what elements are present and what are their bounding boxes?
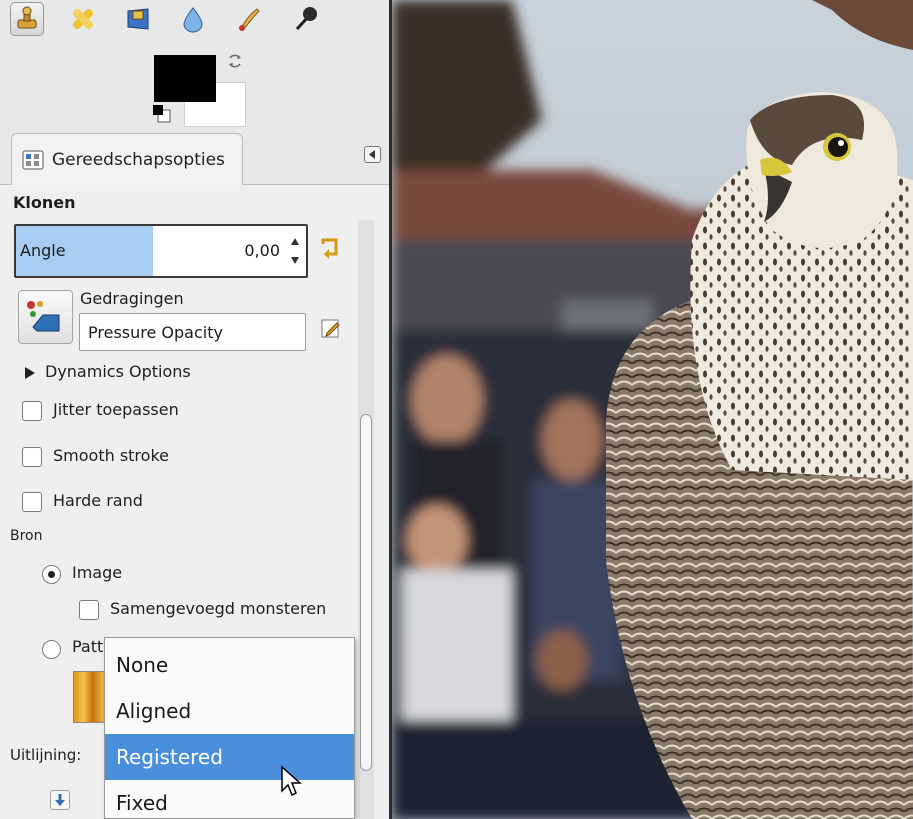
foreground-color-swatch[interactable] bbox=[154, 55, 216, 102]
dynamics-field[interactable]: Pressure Opacity bbox=[79, 313, 306, 351]
option-fixed[interactable]: Fixed bbox=[105, 780, 354, 819]
tab-menu-button[interactable] bbox=[364, 146, 381, 163]
hard-edge-label: Harde rand bbox=[53, 491, 143, 510]
dynamics-value: Pressure Opacity bbox=[88, 323, 223, 342]
option-none[interactable]: None bbox=[105, 642, 354, 688]
stamp-tool-icon[interactable] bbox=[10, 2, 44, 36]
source-pattern-radio[interactable] bbox=[42, 640, 61, 659]
dynamics-label: Gedragingen bbox=[80, 289, 184, 308]
jitter-checkbox[interactable] bbox=[22, 401, 42, 421]
spin-arrows-icon[interactable] bbox=[288, 232, 302, 270]
dodge-burn-icon[interactable] bbox=[288, 2, 322, 36]
sample-merged-checkbox[interactable] bbox=[79, 600, 99, 620]
angle-label: Angle bbox=[20, 241, 66, 260]
image-canvas[interactable] bbox=[392, 0, 913, 819]
option-aligned[interactable]: Aligned bbox=[105, 688, 354, 734]
alignment-label: Uitlijning: bbox=[10, 746, 82, 764]
tab-label: Gereedschapsopties bbox=[52, 149, 225, 170]
perspective-clone-icon[interactable] bbox=[121, 2, 155, 36]
blur-tool-icon[interactable] bbox=[176, 2, 210, 36]
smooth-stroke-checkbox[interactable] bbox=[22, 447, 42, 467]
dynamics-options-expander[interactable]: Dynamics Options bbox=[45, 362, 191, 381]
tool-options-icon bbox=[22, 150, 44, 169]
source-label: Bron bbox=[10, 528, 43, 544]
falcon-photo bbox=[392, 0, 913, 819]
smooth-stroke-label: Smooth stroke bbox=[53, 446, 169, 465]
hard-edge-checkbox[interactable] bbox=[22, 492, 42, 512]
swap-colors-icon[interactable] bbox=[226, 52, 244, 70]
dynamics-picker-button[interactable] bbox=[18, 290, 73, 344]
reset-angle-icon[interactable] bbox=[318, 236, 342, 262]
tab-tool-options[interactable]: Gereedschapsopties bbox=[11, 133, 243, 185]
reset-colors-icon[interactable] bbox=[152, 104, 172, 124]
triangle-left-icon bbox=[369, 150, 375, 159]
edit-dynamics-icon[interactable] bbox=[320, 318, 342, 340]
angle-value: 0,00 bbox=[244, 241, 280, 260]
scrollbar-thumb[interactable] bbox=[360, 414, 372, 771]
alignment-dropdown-menu: None Aligned Registered Fixed bbox=[104, 637, 355, 819]
dynamics-icon bbox=[27, 301, 60, 332]
option-registered[interactable]: Registered bbox=[105, 734, 354, 780]
smudge-tool-icon[interactable] bbox=[232, 2, 266, 36]
tool-title: Klonen bbox=[13, 193, 76, 212]
angle-spinscale[interactable]: Angle 0,00 bbox=[14, 224, 308, 278]
heal-tool-icon[interactable] bbox=[66, 2, 100, 36]
source-pattern-label: Patt bbox=[72, 637, 104, 656]
arrow-down-icon bbox=[55, 794, 65, 806]
source-image-label: Image bbox=[72, 563, 123, 582]
source-image-radio[interactable] bbox=[42, 565, 61, 584]
toolbox-panel: Gereedschapsopties Klonen Angle 0,00 Ged… bbox=[0, 0, 392, 819]
restore-button[interactable] bbox=[50, 790, 70, 810]
sample-merged-label: Samengevoegd monsteren bbox=[110, 599, 327, 618]
expander-arrow-icon[interactable] bbox=[23, 366, 37, 380]
jitter-label: Jitter toepassen bbox=[53, 400, 179, 419]
mouse-pointer-icon bbox=[281, 765, 302, 797]
